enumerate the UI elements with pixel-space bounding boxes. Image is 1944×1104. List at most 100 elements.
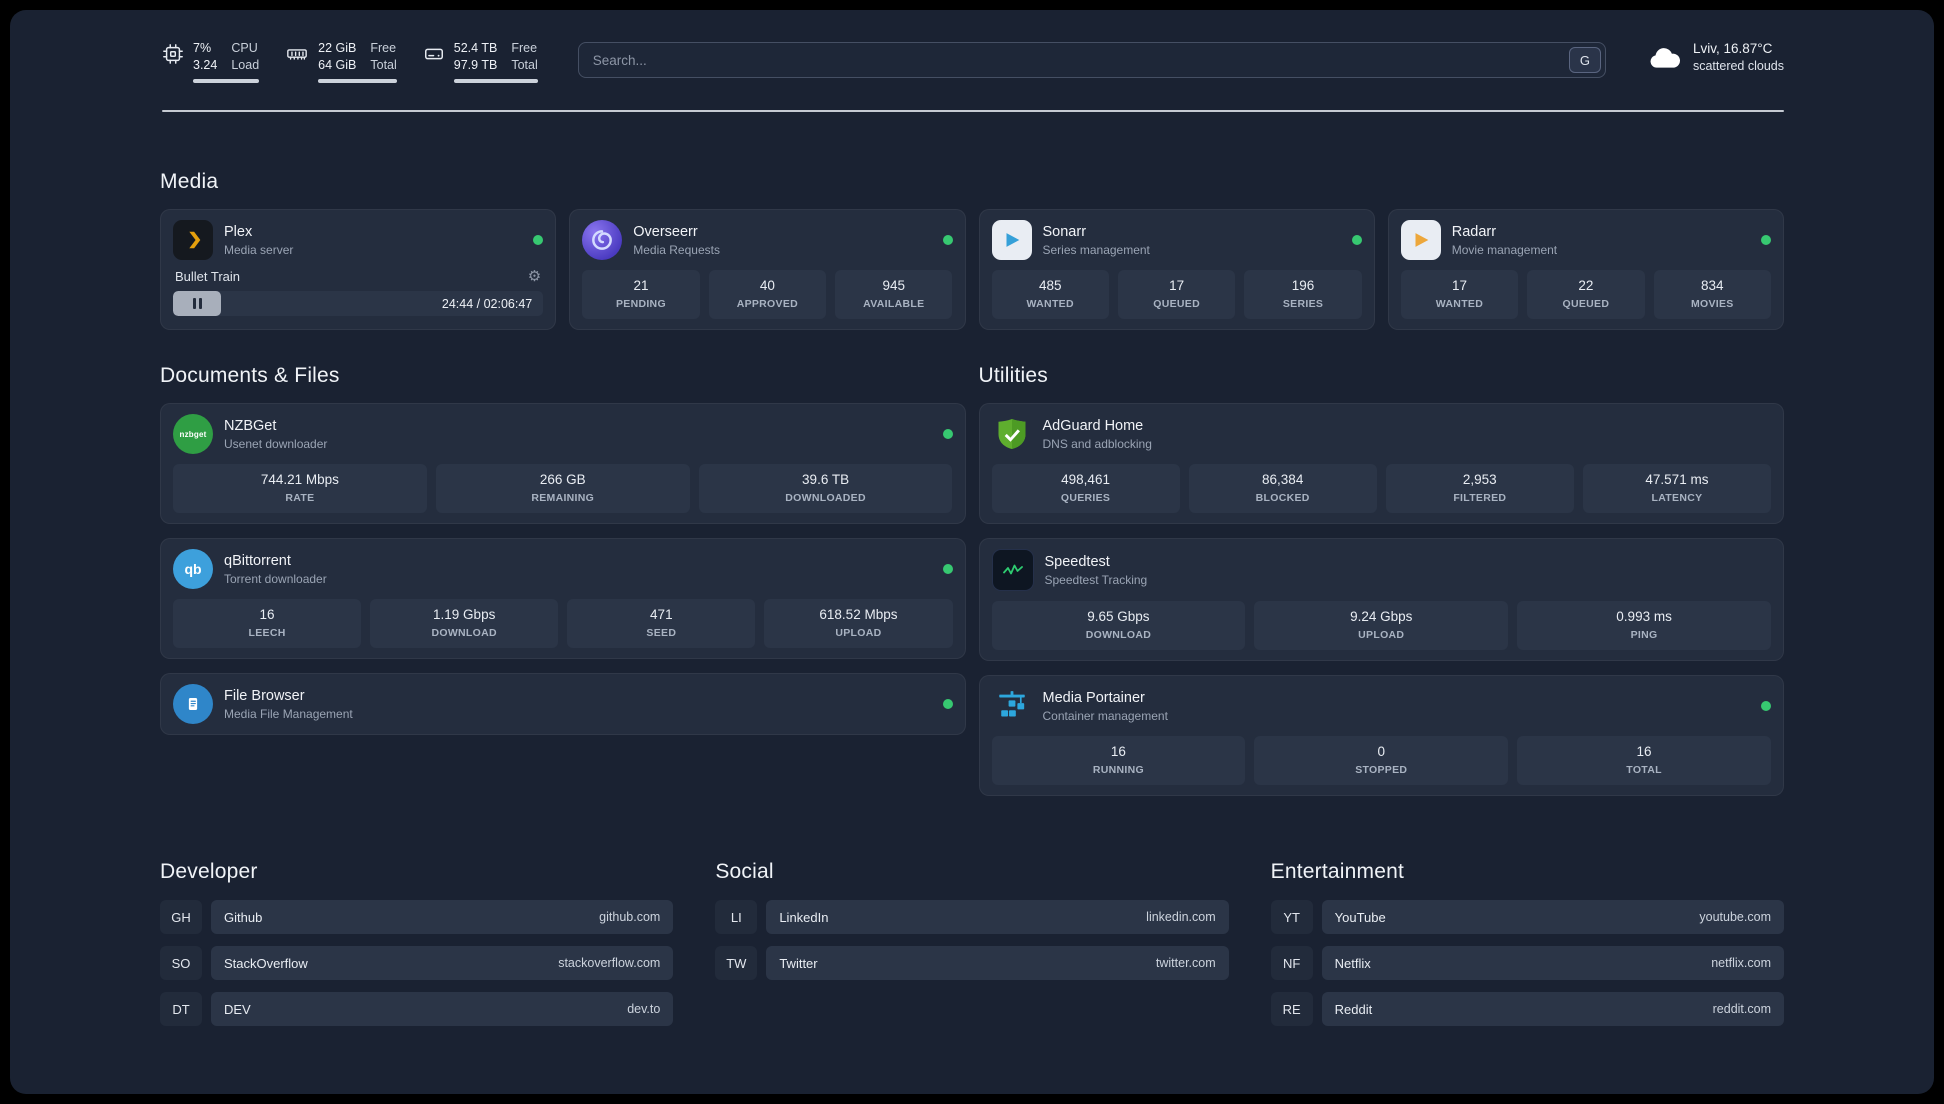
filebrowser-icon <box>173 684 213 724</box>
disk-free-value: 52.4 TB <box>453 41 498 55</box>
link-row-linkedin[interactable]: LI LinkedIn linkedin.com <box>715 900 1229 934</box>
app-subtitle: Media server <box>224 242 294 257</box>
speedtest-card[interactable]: Speedtest Speedtest Tracking 9.65 Gbps D… <box>978 538 1784 661</box>
stat-tile: 2,953 FILTERED <box>1385 464 1574 513</box>
app-subtitle: Series management <box>1042 242 1150 257</box>
stat-label: LEECH <box>248 627 286 639</box>
stat-value: 16 <box>1110 744 1126 759</box>
link-name: Twitter <box>779 955 818 971</box>
stat-label: QUEUED <box>1562 298 1610 310</box>
stat-label: AVAILABLE <box>863 298 925 310</box>
stat-label: DOWNLOADED <box>785 492 866 504</box>
adguard-card[interactable]: AdGuard Home DNS and adblocking 498,461 … <box>978 403 1784 524</box>
stat-tile: 196 SERIES <box>1244 270 1362 319</box>
stat-tile: 16 TOTAL <box>1517 736 1771 785</box>
now-playing-title: Bullet Train <box>175 269 241 284</box>
link-abbr: SO <box>160 946 202 980</box>
link-row-netflix[interactable]: NF Netflix netflix.com <box>1270 946 1784 980</box>
stat-label: SEED <box>646 627 677 639</box>
radarr-card[interactable]: Radarr Movie management 17 WANTED 22 QUE… <box>1387 209 1784 330</box>
stat-value: 196 <box>1291 278 1315 293</box>
app-subtitle: Speedtest Tracking <box>1044 572 1148 587</box>
portainer-card[interactable]: Media Portainer Container management 16 … <box>978 675 1784 796</box>
disk-icon <box>424 48 443 60</box>
section-title-social: Social <box>715 860 774 883</box>
link-row-reddit[interactable]: RE Reddit reddit.com <box>1270 992 1784 1026</box>
stat-value: 47.571 ms <box>1645 472 1709 487</box>
stat-value: 1.19 Gbps <box>433 607 496 622</box>
status-dot <box>533 235 544 245</box>
stat-value: 0 <box>1377 744 1385 759</box>
app-subtitle: Usenet downloader <box>224 436 328 451</box>
link-url: linkedin.com <box>1146 910 1216 924</box>
link-row-twitter[interactable]: TW Twitter twitter.com <box>715 946 1229 980</box>
stat-value: 2,953 <box>1462 472 1497 487</box>
qbittorrent-card[interactable]: qb qBittorrent Torrent downloader 16 LEE… <box>160 538 966 659</box>
stat-tile: 834 MOVIES <box>1653 270 1771 319</box>
entertainment-links: Entertainment YT YouTube youtube.com NF … <box>1270 860 1784 1038</box>
playback-progress-bar[interactable]: 24:44 / 02:06:47 <box>173 291 544 316</box>
status-dot <box>1761 701 1771 711</box>
app-name: NZBGet <box>224 417 277 434</box>
app-name: Media Portainer <box>1042 689 1145 706</box>
gear-icon[interactable]: ⚙ <box>528 269 541 284</box>
link-row-youtube[interactable]: YT YouTube youtube.com <box>1270 900 1784 934</box>
link-row-dev[interactable]: DT DEV dev.to <box>160 992 674 1026</box>
link-url: youtube.com <box>1699 910 1771 924</box>
utilities-column: Utilities AdGuard Home DNS and adblockin… <box>978 330 1784 796</box>
stat-label: DOWNLOAD <box>431 627 497 639</box>
speedtest-icon <box>991 549 1034 591</box>
stat-tile: 266 GB REMAINING <box>435 464 690 513</box>
weather-condition: scattered clouds <box>1692 59 1784 73</box>
stat-tile: 0 STOPPED <box>1254 736 1509 785</box>
app-subtitle: Container management <box>1042 708 1168 723</box>
overseerr-card[interactable]: Overseerr Media Requests 21 PENDING 40 A… <box>569 209 966 330</box>
stat-value: 21 <box>633 278 649 293</box>
link-abbr: TW <box>715 946 758 980</box>
stat-tile: 17 QUEUED <box>1117 270 1236 319</box>
nzbget-icon: nzbget <box>173 414 213 454</box>
ram-icon <box>287 49 308 60</box>
link-abbr: NF <box>1270 946 1313 980</box>
stat-label: RUNNING <box>1092 764 1144 776</box>
link-abbr: LI <box>715 900 758 934</box>
search-shortcut-key: G <box>1568 47 1601 73</box>
stat-label: BLOCKED <box>1255 492 1310 504</box>
stat-value: 39.6 TB <box>802 472 850 487</box>
stat-value: 266 GB <box>539 472 586 487</box>
topbar-divider <box>162 110 1784 112</box>
nzbget-card[interactable]: nzbget NZBGet Usenet downloader 744.21 M… <box>160 403 966 524</box>
stat-value: 834 <box>1701 278 1724 293</box>
filebrowser-card[interactable]: File Browser Media File Management <box>160 673 966 735</box>
stat-label: APPROVED <box>736 298 799 310</box>
link-row-stackoverflow[interactable]: SO StackOverflow stackoverflow.com <box>160 946 674 980</box>
stat-label: SERIES <box>1282 298 1324 310</box>
link-abbr: YT <box>1270 900 1313 934</box>
plex-card[interactable]: Plex Media server Bullet Train ⚙ 24:44 /… <box>160 209 557 330</box>
link-name: LinkedIn <box>779 909 829 925</box>
link-name: DEV <box>224 1001 251 1017</box>
stat-tile: 22 QUEUED <box>1527 270 1645 319</box>
stat-label: UPLOAD <box>835 627 882 639</box>
cpu-label-bottom: Load <box>231 58 260 72</box>
stat-tile: 16 LEECH <box>173 599 362 648</box>
stat-value: 498,461 <box>1061 472 1110 487</box>
stat-value: 16 <box>259 607 275 622</box>
status-dot <box>1351 235 1362 245</box>
stat-label: STOPPED <box>1355 764 1408 776</box>
playback-progress-fill <box>173 291 222 316</box>
app-name: AdGuard Home <box>1042 417 1144 434</box>
portainer-icon <box>992 686 1032 726</box>
link-row-github[interactable]: GH Github github.com <box>160 900 674 934</box>
cpu-percent: 7% <box>193 41 212 55</box>
stat-tile: 47.571 ms LATENCY <box>1582 464 1771 513</box>
search-input[interactable] <box>577 42 1606 78</box>
app-name: Overseerr <box>633 223 698 240</box>
pause-icon[interactable] <box>192 298 202 309</box>
link-abbr: DT <box>160 992 202 1026</box>
stat-tile: 21 PENDING <box>582 270 700 319</box>
sonarr-card[interactable]: Sonarr Series management 485 WANTED 17 Q… <box>978 209 1375 330</box>
stat-tile: 9.24 Gbps UPLOAD <box>1254 601 1509 650</box>
section-title-documents: Documents & Files <box>160 364 340 387</box>
stat-label: LATENCY <box>1651 492 1703 504</box>
